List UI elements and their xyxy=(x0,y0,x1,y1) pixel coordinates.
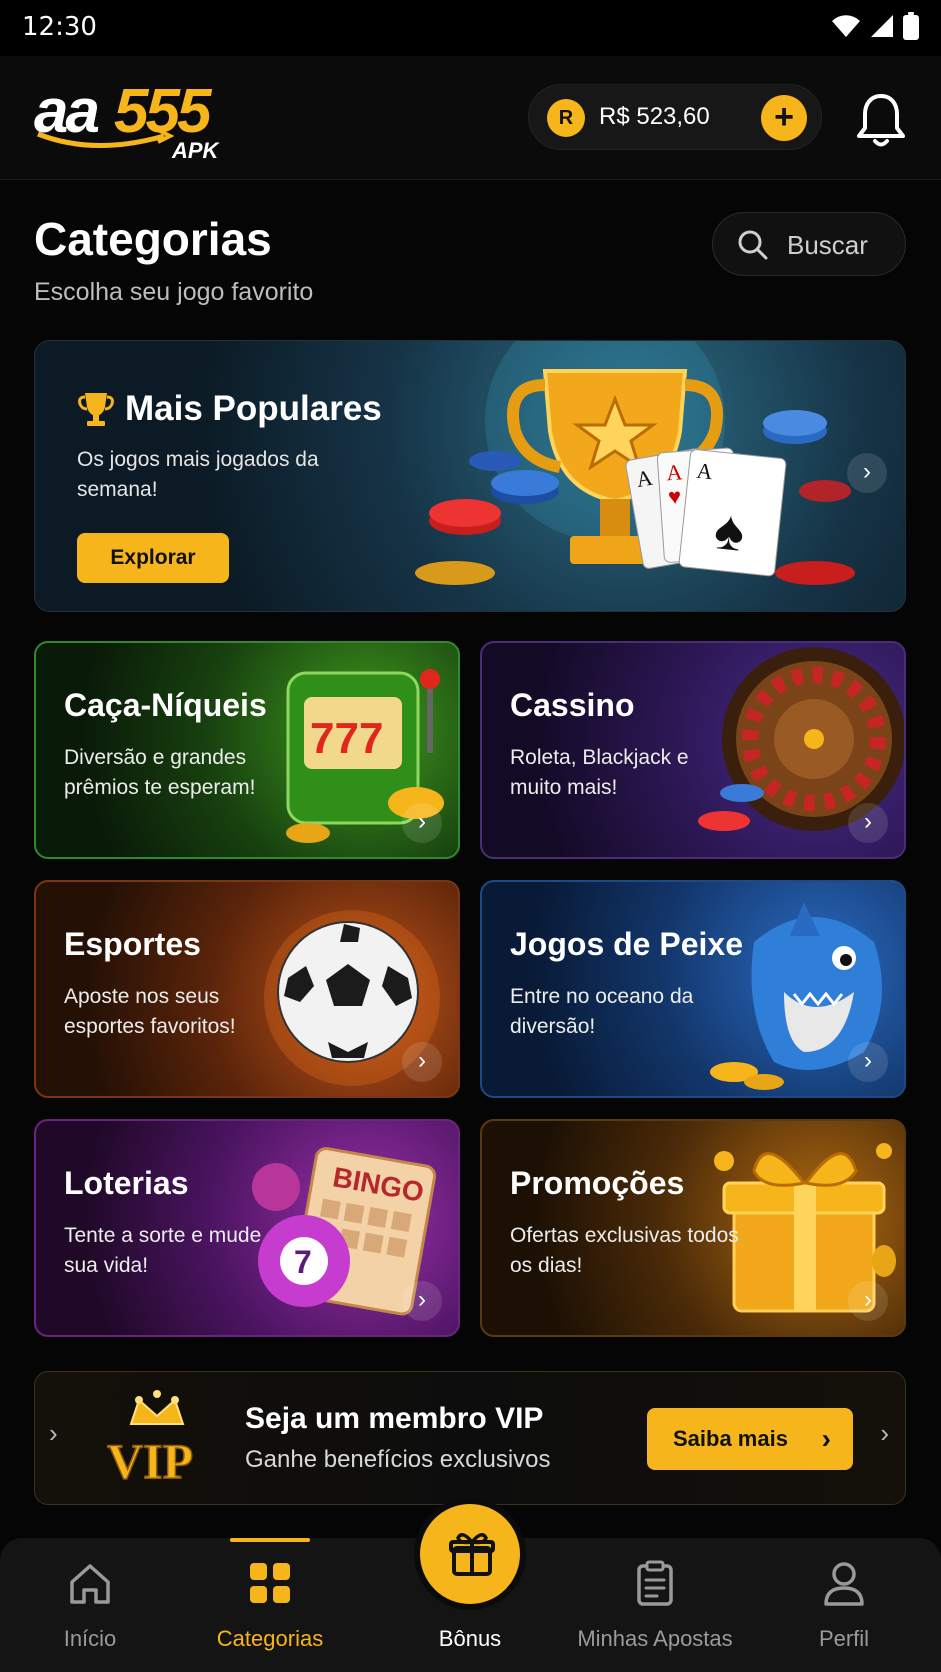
vip-subtitle: Ganhe benefícios exclusivos xyxy=(245,1446,551,1473)
category-title: Jogos de Peixe xyxy=(510,926,743,962)
user-icon xyxy=(824,1562,864,1606)
svg-text:A: A xyxy=(696,458,715,485)
category-title: Promoções xyxy=(510,1165,685,1201)
category-description: Tente a sorte e mude sua vida! xyxy=(64,1224,262,1277)
nav-item-profile[interactable]: Perfil xyxy=(774,1538,914,1672)
chevron-right-icon[interactable]: › xyxy=(847,453,887,493)
nav-label: Categorias xyxy=(216,1626,324,1651)
page-subtitle: Escolha seu jogo favorito xyxy=(34,278,314,306)
svg-text:777: 777 xyxy=(310,714,383,763)
category-card-fish-games[interactable]: Jogos de Peixe Entre no oceano da divers… xyxy=(480,880,906,1098)
vip-badge-text: VIP xyxy=(107,1433,193,1489)
category-title: Loterias xyxy=(64,1165,189,1201)
chevron-right-icon[interactable]: › xyxy=(848,1042,888,1082)
vip-banner[interactable]: › VIP Seja um membro VIP Ganhe benefício… xyxy=(34,1371,906,1505)
category-description: Roleta, Blackjack e muito mais! xyxy=(510,746,689,799)
category-description: Diversão e grandes prêmios te esperam! xyxy=(64,746,256,799)
category-card-promotions[interactable]: Promoções Ofertas exclusivas todos os di… xyxy=(480,1119,906,1337)
status-icons xyxy=(831,12,919,40)
category-title: Caça-Níqueis xyxy=(64,687,267,723)
search-button[interactable]: Buscar xyxy=(712,212,906,276)
grid-icon xyxy=(250,1563,290,1603)
nav-item-home[interactable]: Início xyxy=(20,1538,160,1672)
app-header: aa 555 APK R R$ 523,60 + xyxy=(0,56,941,180)
nav-label: Início xyxy=(63,1626,117,1651)
hero-title: Mais Populares xyxy=(125,389,382,428)
learn-more-label: Saiba mais xyxy=(673,1426,788,1451)
chevron-right-icon[interactable]: › xyxy=(880,1418,889,1449)
signal-icon xyxy=(871,15,893,37)
gift-icon xyxy=(449,1533,495,1576)
status-bar: 12:30 xyxy=(0,0,941,56)
category-title: Cassino xyxy=(510,687,635,723)
chevron-right-icon[interactable]: › xyxy=(848,803,888,843)
svg-text:7: 7 xyxy=(294,1244,312,1280)
category-description: Entre no oceano da diversão! xyxy=(510,985,694,1038)
add-funds-button[interactable]: + xyxy=(761,95,807,141)
active-tab-indicator xyxy=(230,1538,310,1542)
hero-banner-most-popular[interactable]: A A ♥ A ♠ Mais Populares Os jogos mais jog… xyxy=(34,340,906,612)
notification-bell-icon[interactable] xyxy=(856,92,906,148)
balance-pill[interactable]: R R$ 523,60 + xyxy=(528,84,822,150)
trophy-icon xyxy=(78,393,114,426)
chevron-right-icon[interactable]: › xyxy=(848,1281,888,1321)
chevron-right-icon[interactable]: › xyxy=(402,1281,442,1321)
category-card-lotteries[interactable]: BINGO 7 Loterias Tente a sorte e mude su… xyxy=(34,1119,460,1337)
chevron-right-icon[interactable]: › xyxy=(402,803,442,843)
home-icon xyxy=(70,1564,110,1604)
balance-value: R$ 523,60 xyxy=(599,103,710,130)
battery-icon xyxy=(903,12,919,40)
logo-swoosh xyxy=(37,128,174,148)
svg-text:♥: ♥ xyxy=(667,483,682,509)
svg-text:A: A xyxy=(666,459,684,485)
vip-title: Seja um membro VIP xyxy=(245,1402,544,1435)
trophy-cards-chips-illustration: A A♥ A♠ xyxy=(415,341,855,585)
chevron-left-icon[interactable]: › xyxy=(49,1418,58,1449)
nav-label: Minhas Apostas xyxy=(577,1626,733,1651)
nav-label: Bônus xyxy=(438,1626,502,1651)
explore-button[interactable]: Explorar xyxy=(77,533,229,583)
coin-icon: R xyxy=(547,99,585,137)
page-title: Categorias xyxy=(34,213,272,265)
category-card-slots[interactable]: 777 Caça-Níqueis Diversão e grandes prêm… xyxy=(34,641,460,859)
nav-item-categories[interactable]: Categorias xyxy=(190,1538,350,1672)
category-title: Esportes xyxy=(64,926,201,962)
logo-text-apk: APK xyxy=(172,138,219,163)
bonus-fab-button[interactable] xyxy=(414,1498,526,1610)
status-time: 12:30 xyxy=(22,12,97,42)
chevron-right-icon[interactable]: › xyxy=(402,1042,442,1082)
vip-crown-badge: VIP xyxy=(106,1390,194,1490)
clipboard-icon xyxy=(637,1560,673,1606)
category-description: Aposte nos seus esportes favoritos! xyxy=(64,985,236,1038)
wifi-icon xyxy=(832,15,860,37)
learn-more-button[interactable]: Saiba mais › xyxy=(647,1408,853,1470)
search-label: Buscar xyxy=(787,230,868,260)
category-description: Ofertas exclusivas todos os dias! xyxy=(510,1224,739,1277)
nav-item-my-bets[interactable]: Minhas Apostas xyxy=(560,1538,750,1672)
chevron-right-icon: › xyxy=(821,1423,831,1454)
brand-logo[interactable]: aa 555 APK xyxy=(34,76,234,166)
search-icon xyxy=(738,230,768,260)
category-card-sports[interactable]: Esportes Aposte nos seus esportes favori… xyxy=(34,880,460,1098)
category-card-casino[interactable]: Cassino Roleta, Blackjack e muito mais! … xyxy=(480,641,906,859)
hero-description: Os jogos mais jogados da semana! xyxy=(77,448,319,501)
nav-label: Perfil xyxy=(818,1626,870,1651)
